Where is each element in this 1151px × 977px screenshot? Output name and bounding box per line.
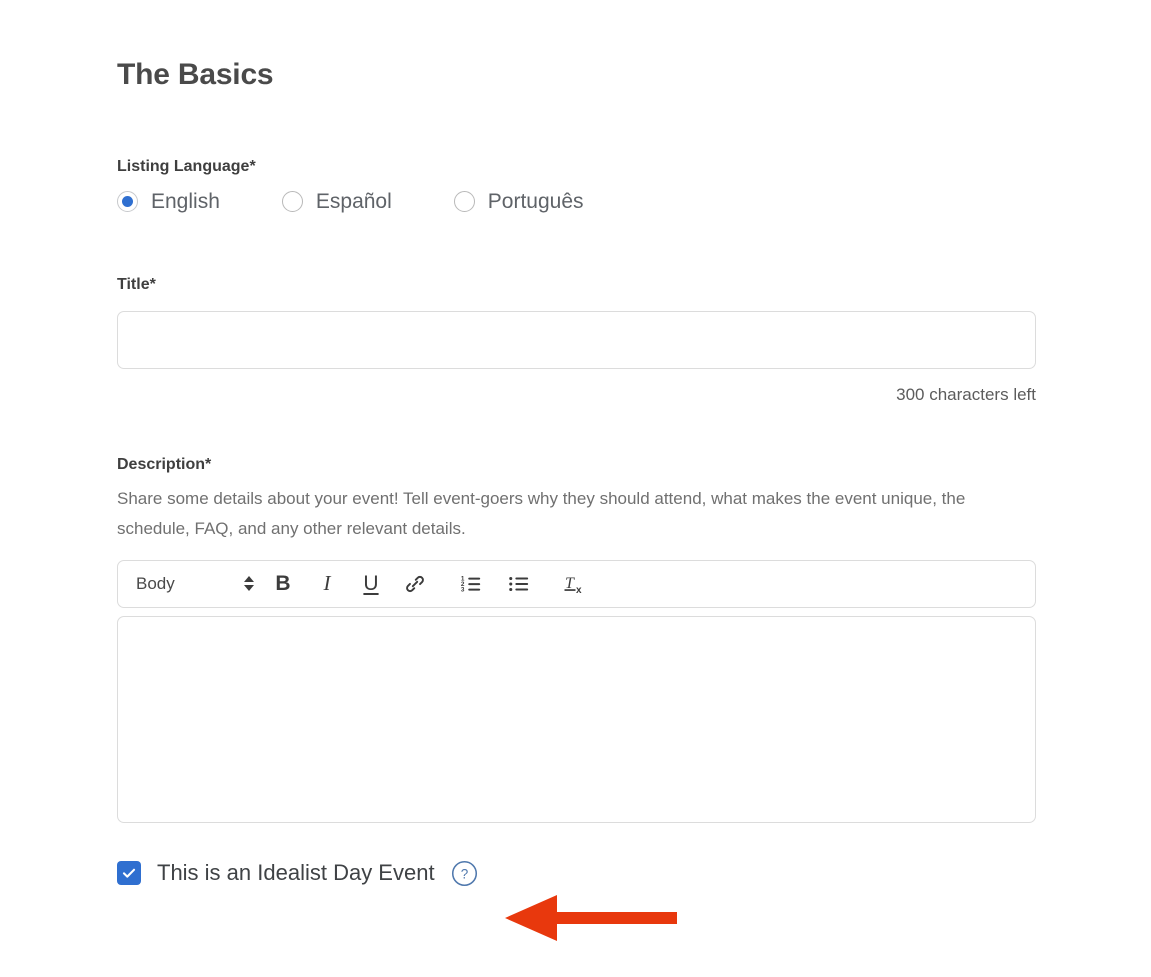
bold-button[interactable]: B [264,565,302,603]
page-root: The Basics Listing Language* English Esp… [0,0,1151,977]
bulleted-list-icon [509,576,529,591]
italic-button[interactable]: I [308,565,346,603]
listing-language-label: Listing Language* [117,158,256,175]
idealist-day-checkbox[interactable] [117,861,141,886]
description-label: Description* [117,455,212,473]
link-icon [406,575,424,592]
title-label: Title* [117,275,156,293]
description-help-text: Share some details about your event! Tel… [117,489,966,538]
numbered-list-button[interactable]: 1 2 3 [452,565,490,603]
idealist-day-checkbox-label: This is an Idealist Day Event [157,860,435,886]
checkmark-icon [122,869,136,879]
clear-formatting-icon: T x [564,575,582,596]
text-style-select-value: Body [136,574,175,594]
radio-option-english[interactable]: English [117,189,220,213]
annotation-arrow-icon [505,895,677,941]
underline-icon: U [363,571,379,595]
title-char-counter: 300 characters left [896,384,1036,404]
numbered-list-icon: 1 2 3 [461,575,481,593]
svg-text:x: x [576,585,582,596]
clear-formatting-button[interactable]: T x [556,565,594,603]
radio-mark-espanol[interactable] [281,190,303,212]
bold-icon: B [275,571,291,595]
link-button[interactable] [396,565,434,603]
up-down-chevron-icon [244,576,254,592]
radio-mark-portugues[interactable] [453,190,475,212]
description-field: Description* Share some details about yo… [117,455,1036,828]
description-textarea[interactable] [117,615,1036,823]
title-input[interactable] [117,310,1036,369]
radio-label-english: English [151,189,220,213]
svg-text:?: ? [460,867,468,882]
page-title: The Basics [117,58,274,91]
radio-label-portugues: Português [487,189,584,213]
radio-option-portugues[interactable]: Português [453,189,584,213]
radio-label-espanol: Español [315,189,392,213]
radio-option-espanol[interactable]: Español [281,189,392,213]
svg-text:3: 3 [461,586,465,593]
radio-mark-english[interactable] [117,190,138,212]
italic-icon: I [323,571,331,596]
editor-toolbar: Body B I U 1 2 3 T x [117,559,1036,608]
text-style-select[interactable]: Body [136,575,254,592]
basics-form: The Basics Listing Language* English Esp… [117,0,1036,887]
title-field: Title* 300 characters left [117,275,1036,405]
question-mark-circle-icon[interactable]: ? [451,860,478,887]
listing-language-field: Listing Language* English Español Portug… [117,157,1036,212]
underline-button[interactable]: U [352,565,390,603]
idealist-day-checkbox-row: This is an Idealist Day Event ? [117,860,1036,887]
bulleted-list-button[interactable] [500,565,538,603]
listing-language-radio-group: English Español Português [117,189,1036,213]
